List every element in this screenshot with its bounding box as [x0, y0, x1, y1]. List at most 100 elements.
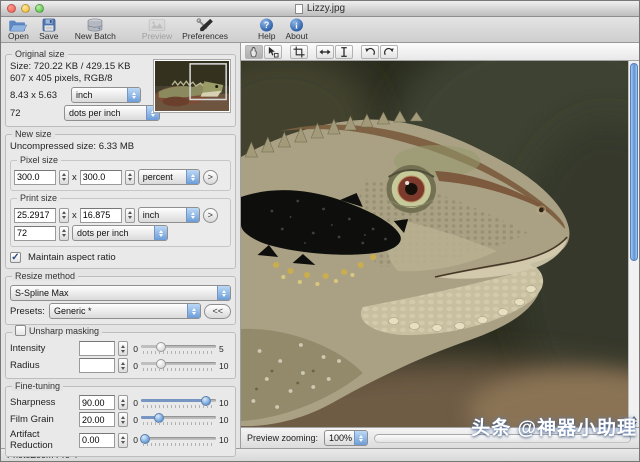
pixel-size-group: Pixel size x percent >	[10, 160, 231, 191]
original-unit-dropdown[interactable]: inch	[71, 87, 141, 103]
preferences-button[interactable]: Preferences	[177, 18, 233, 42]
preferences-tools-icon	[195, 18, 215, 32]
dropdown-arrows-icon	[187, 304, 200, 318]
svg-text:?: ?	[264, 20, 269, 30]
radius-field[interactable]	[79, 358, 115, 373]
film-grain-row: Film Grain 0 10	[10, 412, 231, 427]
collapse-presets-button[interactable]: <<	[204, 304, 231, 319]
hand-icon	[248, 46, 260, 58]
resize-method-label: Resize method	[12, 271, 78, 281]
new-batch-button[interactable]: New Batch	[70, 18, 121, 42]
open-button[interactable]: Open	[3, 18, 34, 42]
print-height-stepper[interactable]	[125, 208, 135, 223]
batch-stack-icon	[85, 18, 105, 32]
save-button[interactable]: Save	[34, 18, 64, 42]
undo-button[interactable]	[361, 45, 379, 59]
preview-canvas[interactable]	[241, 61, 628, 427]
thumbnail-image	[155, 61, 229, 111]
pixel-width-stepper[interactable]	[59, 170, 69, 185]
radius-stepper[interactable]	[118, 358, 128, 373]
resize-horizontal-tool-button[interactable]	[316, 45, 334, 59]
artifact-reduction-field[interactable]	[79, 433, 115, 448]
resize-vertical-tool-button[interactable]	[335, 45, 353, 59]
pixel-height-stepper[interactable]	[125, 170, 135, 185]
pixel-width-field[interactable]	[14, 170, 56, 185]
sharpness-field[interactable]	[79, 395, 115, 410]
film-grain-stepper[interactable]	[118, 412, 128, 427]
preview-zoom-dropdown[interactable]: 100%	[324, 430, 368, 446]
print-dpi-field[interactable]	[14, 226, 56, 241]
dropdown-arrows-icon	[186, 170, 199, 184]
artifact-reduction-stepper[interactable]	[118, 433, 128, 448]
maintain-aspect-label: Maintain aspect ratio	[28, 252, 116, 263]
original-pixel-dims: 607 x 405 pixels, RGB/8	[10, 73, 160, 85]
print-more-button[interactable]: >	[203, 208, 218, 223]
print-dpi-unit-dropdown[interactable]: dots per inch	[72, 225, 168, 241]
print-height-field[interactable]	[80, 208, 122, 223]
film-grain-slider[interactable]: 0 10	[131, 413, 231, 426]
sharpness-label: Sharpness	[10, 397, 76, 408]
vertical-scrollbar-thumb[interactable]	[630, 63, 638, 261]
original-thumbnail[interactable]	[153, 59, 231, 113]
title-bar[interactable]: Lizzy.jpg	[1, 1, 639, 17]
fine-tuning-label: Fine-tuning	[12, 381, 63, 391]
unsharp-masking-label: Unsharp masking	[29, 326, 99, 336]
pixel-unit-dropdown[interactable]: percent	[138, 169, 200, 185]
pixel-height-field[interactable]	[80, 170, 122, 185]
unsharp-masking-checkbox[interactable]	[15, 325, 26, 336]
ibeam-icon	[338, 46, 350, 58]
sharpness-slider[interactable]: 0 10	[131, 396, 231, 409]
zoom-window-button[interactable]	[35, 4, 44, 13]
minimize-window-button[interactable]	[21, 4, 30, 13]
sharpness-stepper[interactable]	[118, 395, 128, 410]
crop-tool-button[interactable]	[290, 45, 308, 59]
original-file-size: Size: 720.22 KB / 429.15 KB	[10, 61, 160, 73]
vertical-scrollbar[interactable]	[628, 61, 639, 427]
intensity-label: Intensity	[10, 343, 76, 354]
dropdown-arrows-icon	[154, 226, 167, 240]
main-area: Original size Size: 720.22 KB / 429.15 K…	[1, 43, 639, 448]
resize-method-group: Resize method S-Spline Max Presets: Gene…	[5, 276, 236, 325]
original-size-label: Original size	[12, 49, 68, 59]
pointer-select-icon	[267, 46, 279, 58]
save-floppy-icon	[39, 18, 59, 32]
print-unit-dropdown[interactable]: inch	[138, 207, 200, 223]
pixel-more-button[interactable]: >	[203, 170, 218, 185]
print-dpi-stepper[interactable]	[59, 226, 69, 241]
radius-label: Radius	[10, 360, 76, 371]
lizard-eye	[387, 165, 437, 213]
redo-button[interactable]	[380, 45, 398, 59]
original-print-dims: 8.43 x 5.63	[10, 90, 68, 101]
radius-slider[interactable]: 0 10	[131, 359, 231, 372]
original-dpi-unit-dropdown[interactable]: dots per inch	[64, 105, 160, 121]
help-button[interactable]: ? Help	[253, 18, 280, 42]
undo-arrow-icon	[364, 46, 376, 58]
hand-tool-button[interactable]	[245, 45, 263, 59]
redo-arrow-icon	[383, 46, 395, 58]
maintain-aspect-checkbox[interactable]	[10, 252, 21, 263]
original-size-group: Original size Size: 720.22 KB / 429.15 K…	[5, 54, 236, 127]
times-label: x	[72, 172, 77, 183]
intensity-slider[interactable]: 0 5	[131, 342, 231, 355]
resize-method-dropdown[interactable]: S-Spline Max	[10, 285, 231, 301]
film-grain-label: Film Grain	[10, 414, 76, 425]
preview-button[interactable]: Preview	[137, 18, 177, 42]
dropdown-arrows-icon	[127, 88, 140, 102]
times-label: x	[72, 210, 77, 221]
about-button[interactable]: i About	[280, 18, 312, 42]
artifact-reduction-slider[interactable]: 0 10	[131, 434, 231, 447]
presets-dropdown[interactable]: Generic *	[49, 303, 201, 319]
intensity-field[interactable]	[79, 341, 115, 356]
dropdown-arrows-icon	[186, 208, 199, 222]
preview-image	[241, 61, 628, 427]
intensity-stepper[interactable]	[118, 341, 128, 356]
select-tool-button[interactable]	[264, 45, 282, 59]
print-width-stepper[interactable]	[59, 208, 69, 223]
film-grain-field[interactable]	[79, 412, 115, 427]
fine-tuning-group: Fine-tuning Sharpness 0 10 Film Grain	[5, 386, 236, 457]
window-controls	[7, 4, 44, 13]
settings-panel: Original size Size: 720.22 KB / 429.15 K…	[1, 43, 241, 448]
print-size-label: Print size	[17, 193, 60, 203]
print-width-field[interactable]	[14, 208, 56, 223]
close-window-button[interactable]	[7, 4, 16, 13]
